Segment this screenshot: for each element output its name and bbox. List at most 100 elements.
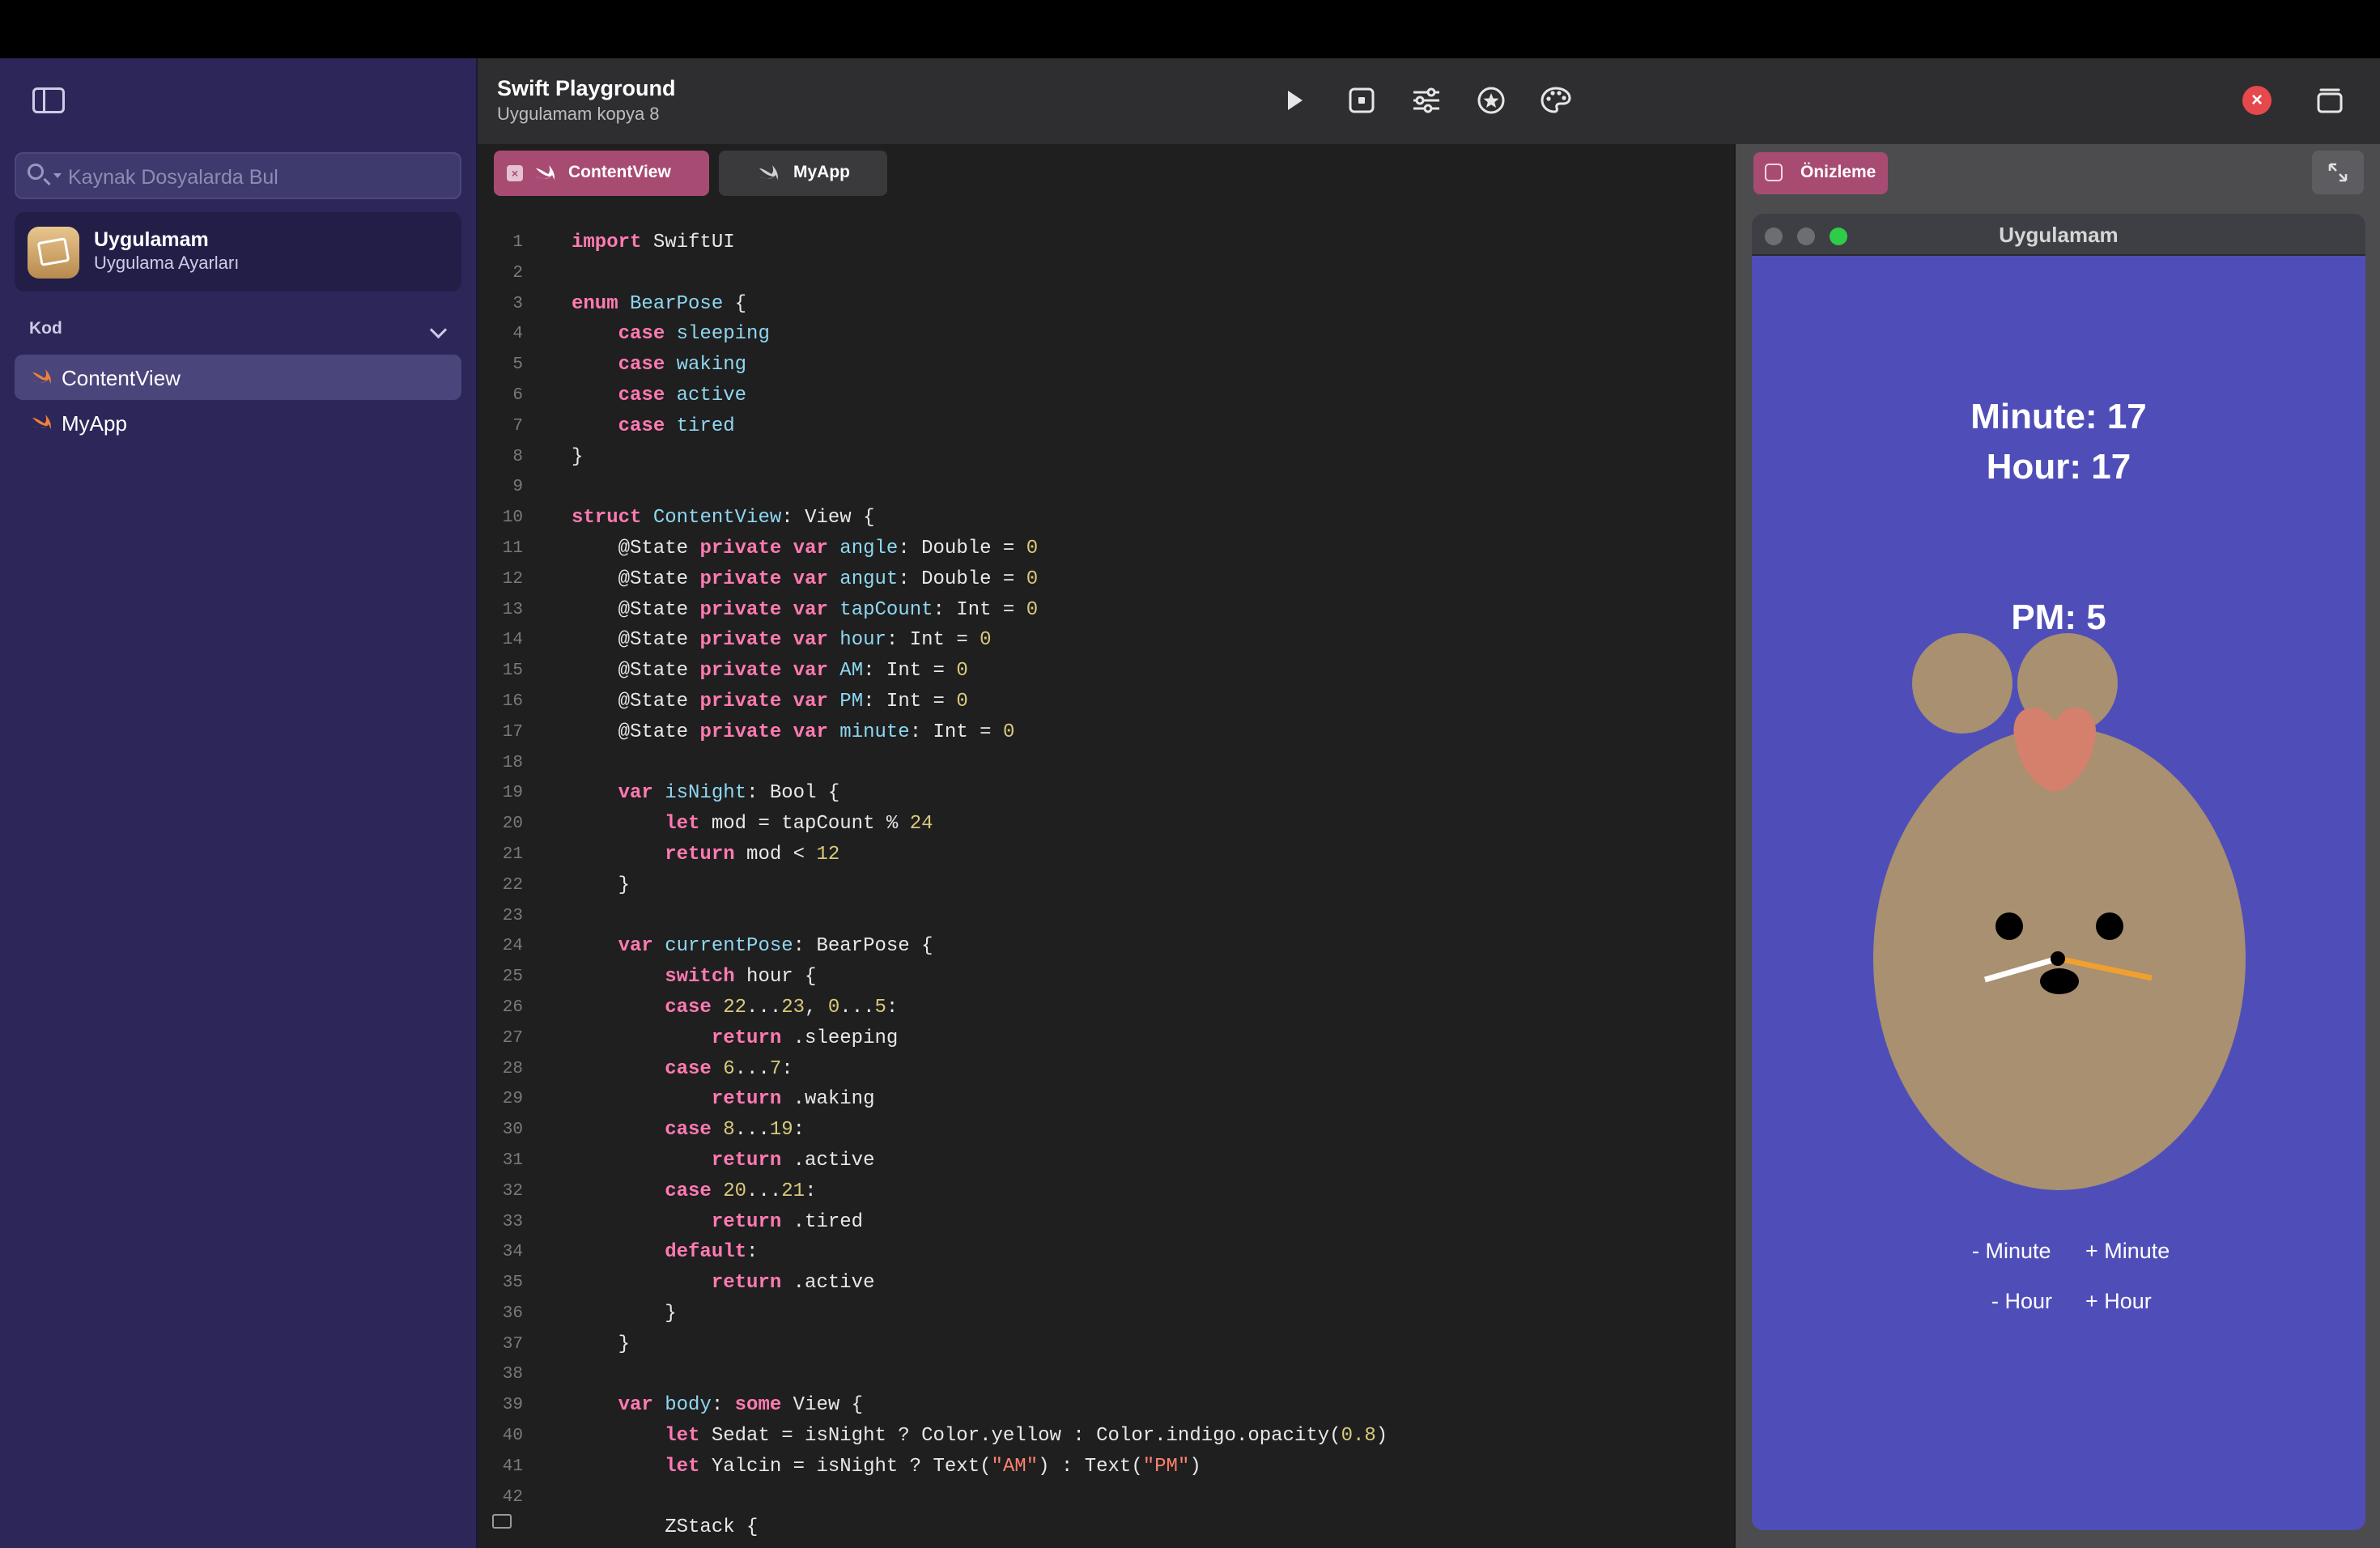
code-line[interactable]: 16 @State private var PM: Int = 0 [478,689,1734,720]
code-line[interactable]: 1 import SwiftUI [478,230,1734,261]
code-line[interactable]: 29 return .waking [478,1087,1734,1117]
minus-minute-button[interactable]: - Minute [1972,1239,2051,1264]
code-line[interactable]: 33 return .tired [478,1210,1734,1240]
code-line[interactable]: 10 struct ContentView: View { [478,505,1734,536]
code-line[interactable]: 20 let mod = tapCount % 24 [478,811,1734,842]
code-line[interactable]: 38 [478,1362,1734,1393]
code-line[interactable]: 3 enum BearPose { [478,291,1734,322]
code-text[interactable]: let mod = tapCount % 24 [572,813,933,835]
tab-contentview[interactable]: × ContentView [494,151,709,196]
code-text[interactable]: var isNight: Bool { [572,782,840,804]
code-line[interactable]: 5 case waking [478,352,1734,383]
code-text[interactable]: import SwiftUI [572,232,735,253]
code-line[interactable]: 14 @State private var hour: Int = 0 [478,627,1734,658]
stop-icon[interactable] [1344,83,1379,118]
code-line[interactable]: 32 case 20...21: [478,1179,1734,1210]
plus-hour-button[interactable]: + Hour [2085,1289,2152,1314]
chevron-down-icon[interactable] [429,321,448,339]
code-line[interactable]: 21 return mod < 12 [478,842,1734,873]
console-icon[interactable] [492,1514,512,1529]
code-text[interactable]: case 8...19: [572,1119,805,1141]
code-text[interactable]: return .active [572,1272,875,1294]
search-options-chevron-icon[interactable] [53,173,62,178]
code-line[interactable]: 9 [478,474,1734,505]
code-text[interactable]: } [572,1333,630,1355]
star-icon[interactable] [1473,83,1509,118]
code-text[interactable]: case 20...21: [572,1180,816,1202]
code-text[interactable]: case 6...7: [572,1058,793,1080]
close-tab-icon[interactable]: × [507,165,523,181]
code-text[interactable]: case sleeping [572,323,770,345]
code-text[interactable]: } [572,1303,676,1325]
code-text[interactable]: default: [572,1241,758,1263]
code-line[interactable]: 23 [478,904,1734,934]
code-line[interactable]: 12 @State private var angut: Double = 0 [478,567,1734,598]
sidebar-item-myapp[interactable]: MyApp [15,400,461,445]
code-line[interactable]: 30 case 8...19: [478,1117,1734,1148]
code-line[interactable]: 26 case 22...23, 0...5: [478,995,1734,1026]
code-text[interactable]: return mod < 12 [572,844,839,865]
app-settings-card[interactable]: Uygulamam Uygulama Ayarları [15,212,461,291]
plus-minute-button[interactable]: + Minute [2085,1239,2170,1264]
search-field[interactable] [15,152,461,199]
code-line[interactable]: 17 @State private var minute: Int = 0 [478,720,1734,751]
code-text[interactable]: case tired [572,415,735,437]
close-icon[interactable]: × [2242,86,2272,115]
code-line[interactable]: 42 [478,1485,1734,1516]
code-line[interactable]: 8} [478,444,1734,475]
tab-myapp[interactable]: MyApp [719,151,887,196]
expand-button[interactable] [2312,151,2364,194]
window-stack-icon[interactable] [2312,83,2348,118]
palette-icon[interactable] [1538,83,1574,118]
code-line[interactable]: 11 @State private var angle: Double = 0 [478,536,1734,567]
sidebar-toggle-icon[interactable] [32,87,65,113]
code-text[interactable]: let Yalcin = isNight ? Text("AM") : Text… [572,1456,1201,1478]
code-line[interactable]: 6 case active [478,383,1734,414]
code-text[interactable]: @State private var PM: Int = 0 [572,691,968,712]
code-editor[interactable]: × ContentView MyApp 1 import SwiftUI 2 3 enu… [478,144,1734,1548]
code-text[interactable]: var body: some View { [572,1394,863,1416]
code-line[interactable]: 2 [478,261,1734,291]
code-line[interactable]: 39 var body: some View { [478,1393,1734,1423]
code-text[interactable]: var currentPose: BearPose { [572,935,933,957]
code-line[interactable]: 36 } [478,1301,1734,1332]
sliders-icon[interactable] [1409,83,1444,118]
code-text[interactable]: @State private var angut: Double = 0 [572,568,1039,590]
code-line[interactable]: 7 case tired [478,414,1734,444]
code-text[interactable]: return .tired [572,1211,863,1233]
search-input[interactable] [66,160,450,194]
code-line[interactable]: 24 var currentPose: BearPose { [478,933,1734,964]
code-text[interactable]: @State private var minute: Int = 0 [572,721,1015,743]
code-text[interactable]: return .waking [572,1088,875,1110]
play-icon[interactable] [1276,83,1311,118]
code-text[interactable]: } [572,446,583,468]
code-text[interactable]: case waking [572,354,746,376]
code-line[interactable]: ZStack { [478,1515,1734,1546]
code-line[interactable]: 35 return .active [478,1270,1734,1301]
code-line[interactable]: 18 [478,751,1734,781]
code-text[interactable]: return .active [572,1150,875,1172]
code-text[interactable]: @State private var hour: Int = 0 [572,629,992,651]
code-line[interactable]: 15 @State private var AM: Int = 0 [478,658,1734,689]
code-text[interactable]: @State private var tapCount: Int = 0 [572,599,1039,621]
sidebar-item-contentview[interactable]: ContentView [15,355,461,400]
code-text[interactable]: struct ContentView: View { [572,507,874,529]
code-line[interactable]: 4 case sleeping [478,321,1734,352]
code-text[interactable]: let Sedat = isNight ? Color.yellow : Col… [572,1425,1388,1447]
code-text[interactable]: case active [572,385,746,406]
code-line[interactable]: 37 } [478,1332,1734,1363]
code-line[interactable]: 19 var isNight: Bool { [478,780,1734,811]
code-text[interactable]: } [572,874,630,896]
code-lines[interactable]: 1 import SwiftUI 2 3 enum BearPose {4 case s… [478,230,1734,1546]
code-text[interactable]: return .sleeping [572,1027,898,1049]
code-line[interactable]: 34 default: [478,1240,1734,1270]
code-line[interactable]: 13 @State private var tapCount: Int = 0 [478,598,1734,628]
code-text[interactable]: case 22...23, 0...5: [572,997,898,1019]
code-line[interactable]: 27 return .sleeping [478,1026,1734,1057]
code-line[interactable]: 41 let Yalcin = isNight ? Text("AM") : T… [478,1454,1734,1485]
code-line[interactable]: 22 } [478,873,1734,904]
code-text[interactable]: @State private var AM: Int = 0 [572,660,968,682]
tab-preview[interactable]: Önizleme [1753,152,1888,194]
code-text[interactable]: @State private var angle: Double = 0 [572,538,1039,559]
code-text[interactable]: switch hour { [572,966,816,988]
